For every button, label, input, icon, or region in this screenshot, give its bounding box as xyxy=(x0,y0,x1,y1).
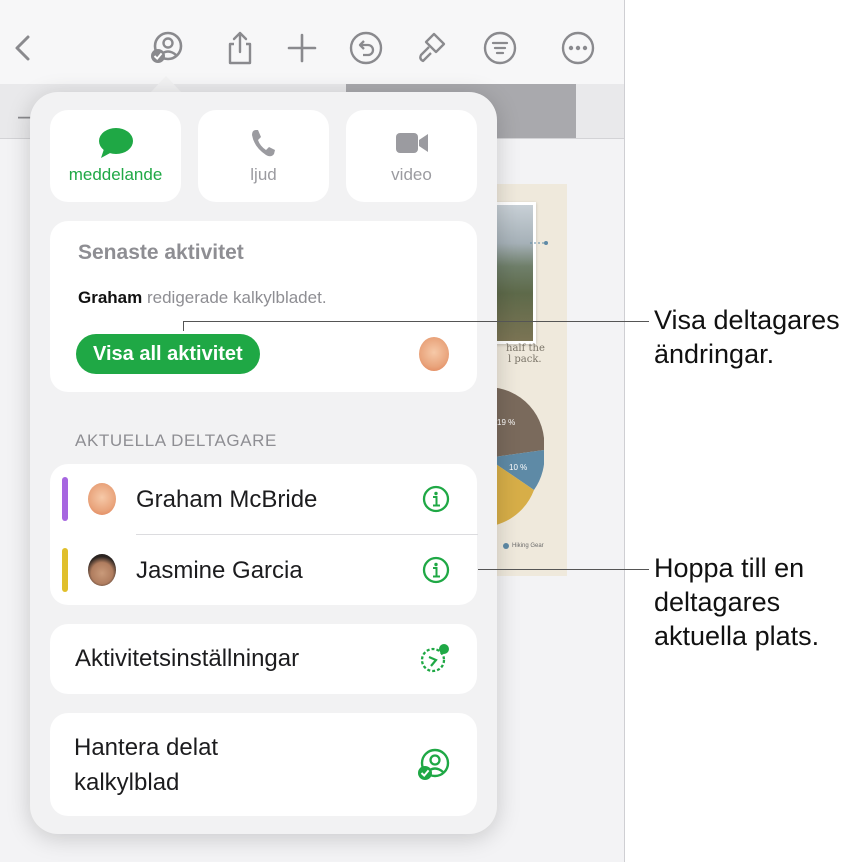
collaboration-popover: meddelande ljud video Senaste aktivitet … xyxy=(30,92,497,834)
activity-action: redigerade kalkylbladet. xyxy=(146,288,327,307)
recent-activity-card: Senaste aktivitet Graham redigerade kalk… xyxy=(50,221,477,392)
jasmine-avatar xyxy=(88,554,116,586)
info-icon[interactable] xyxy=(422,485,450,513)
callout-leader xyxy=(478,569,649,570)
organize-icon[interactable] xyxy=(478,26,522,70)
app-window: – half the l pack. 19 % 10 % Hiking Gear… xyxy=(0,0,625,862)
collaboration-icon[interactable] xyxy=(144,26,188,70)
message-button[interactable]: meddelande xyxy=(50,110,181,202)
format-brush-icon[interactable] xyxy=(410,26,454,70)
video-camera-icon xyxy=(395,133,428,153)
participant-row-jasmine[interactable]: Jasmine Garcia xyxy=(50,535,478,605)
sheet-caption: half the l pack. xyxy=(506,343,545,365)
show-all-activity-button[interactable]: Visa all aktivitet xyxy=(76,334,260,374)
message-label: meddelande xyxy=(68,165,163,184)
activity-settings-row[interactable]: Aktivitetsinställningar xyxy=(50,624,477,694)
participant-row-graham[interactable]: Graham McBride xyxy=(50,464,478,535)
legend-swatch xyxy=(503,543,509,549)
chart-legend: Hiking Gear xyxy=(503,543,544,549)
popover-arrow xyxy=(150,76,182,93)
graham-avatar xyxy=(88,483,116,515)
participant-name: Graham McBride xyxy=(136,486,318,513)
video-button[interactable]: video xyxy=(346,110,477,202)
chevron-left-icon[interactable] xyxy=(2,26,46,70)
manage-shared-label: Hantera delat kalkylblad xyxy=(74,734,219,796)
participant-color-bar xyxy=(62,548,68,592)
participants-header: AKTUELLA DELTAGARE xyxy=(75,431,277,450)
share-icon[interactable] xyxy=(218,26,262,70)
participant-name: Jasmine Garcia xyxy=(136,557,303,584)
audio-label: ljud xyxy=(250,165,277,184)
pie-label: 19 % xyxy=(497,418,516,427)
connector-dots xyxy=(530,241,548,245)
callout-leader xyxy=(183,321,649,322)
callout-show-changes: Visa deltagares ändringar. xyxy=(654,305,840,369)
video-label: video xyxy=(391,165,432,184)
legend-label: Hiking Gear xyxy=(512,543,544,549)
pie-label: 10 % xyxy=(509,463,528,472)
message-bubble-icon xyxy=(98,128,133,158)
recent-activity-text: Graham redigerade kalkylbladet. xyxy=(78,288,327,308)
activity-settings-icon xyxy=(420,644,449,673)
callout-jump-location: Hoppa till en deltagares aktuella plats. xyxy=(654,553,820,651)
phone-icon xyxy=(251,130,275,157)
more-icon[interactable] xyxy=(556,26,600,70)
manage-shared-spreadsheet-row[interactable]: Hantera delat kalkylblad xyxy=(50,713,477,816)
activity-actor: Graham xyxy=(78,288,143,307)
manage-share-icon xyxy=(418,748,450,780)
audio-button[interactable]: ljud xyxy=(198,110,329,202)
callout-leader xyxy=(183,321,184,331)
participant-color-bar xyxy=(62,477,68,521)
participants-list: Graham McBride Jasmine Garcia xyxy=(50,464,478,605)
toolbar xyxy=(0,0,624,84)
activity-settings-label: Aktivitetsinställningar xyxy=(75,645,300,672)
info-icon[interactable] xyxy=(422,556,450,584)
plus-icon[interactable] xyxy=(280,26,324,70)
recent-activity-title: Senaste aktivitet xyxy=(78,241,244,264)
graham-avatar xyxy=(419,337,449,371)
undo-icon[interactable] xyxy=(344,26,388,70)
